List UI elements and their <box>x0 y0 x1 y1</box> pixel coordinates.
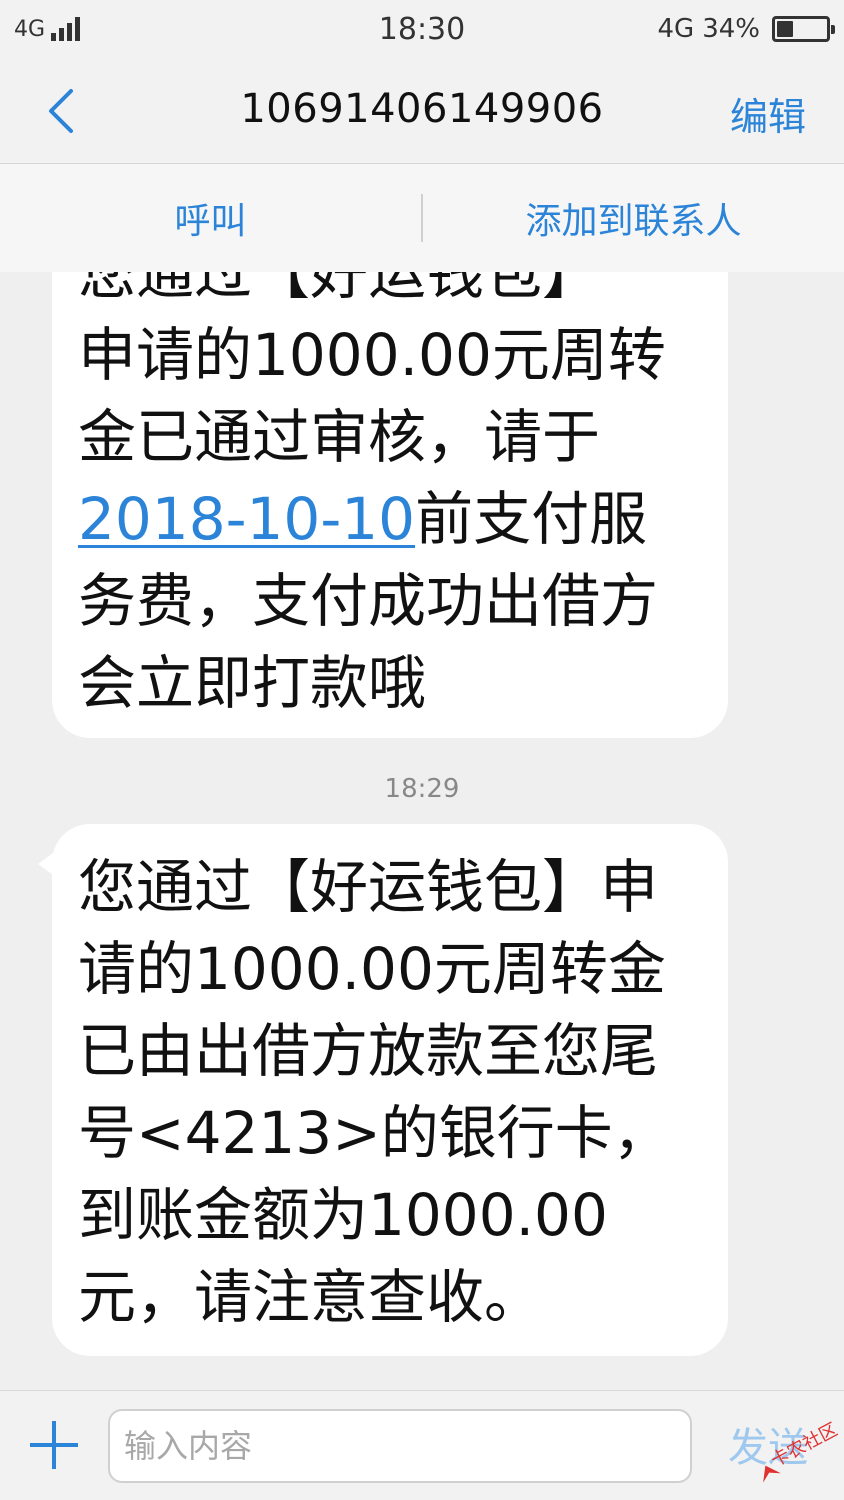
contact-action-bar: 呼叫 添加到联系人 <box>0 164 844 272</box>
signal-icon <box>51 17 81 41</box>
network-type-left: 4G <box>14 16 46 42</box>
plus-icon[interactable] <box>30 1421 78 1469</box>
message-line: 元，请注意查收。 <box>78 1263 543 1331</box>
message-input[interactable] <box>108 1409 692 1483</box>
message-line-tail: 前支付服 <box>415 485 648 553</box>
message-timestamp: 18:29 <box>384 774 460 804</box>
message-line: 您通过【好运钱包】申 <box>78 853 659 921</box>
send-button[interactable]: 发送 <box>728 1415 808 1473</box>
message-line: 到账金额为1000.00 <box>78 1181 608 1249</box>
network-type-right: 4G <box>657 14 695 44</box>
call-button[interactable]: 呼叫 <box>0 192 421 244</box>
edit-button[interactable]: 编辑 <box>730 86 806 141</box>
message-line: 金已通过审核，请于 <box>78 403 601 471</box>
message-line: 2018-10-10前支付服 <box>78 478 702 560</box>
battery-percent: 34% <box>702 14 760 44</box>
message-line: 已由出借方放款至您尾 <box>78 1017 659 1085</box>
message-line: 您通过【好运钱包】 <box>78 272 601 307</box>
message-bubble[interactable]: 您通过【好运钱包】申 请的1000.00元周转金 已由出借方放款至您尾 号<42… <box>38 824 728 1356</box>
status-bar: 4G 18:30 4G 34% <box>0 0 844 58</box>
bubble-tail <box>38 848 60 880</box>
conversation-header: 10691406149906 编辑 <box>0 58 844 164</box>
message-line: 申请的1000.00元周转 <box>78 321 666 389</box>
message-line: 务费，支付成功出借方 <box>78 567 659 635</box>
message-bubble[interactable]: 您通过【好运钱包】 申请的1000.00元周转 金已通过审核，请于 2018-1… <box>52 272 728 738</box>
page-title: 10691406149906 <box>240 86 604 132</box>
status-left: 4G <box>14 16 81 42</box>
message-list[interactable]: 您通过【好运钱包】 申请的1000.00元周转 金已通过审核，请于 2018-1… <box>0 272 844 1390</box>
add-contact-button[interactable]: 添加到联系人 <box>423 192 844 244</box>
message-line: 号<4213>的银行卡， <box>78 1099 671 1167</box>
status-right: 4G 34% <box>657 14 835 44</box>
message-line: 会立即打款哦 <box>78 649 427 717</box>
compose-bar: 发送 <box>0 1390 844 1500</box>
message-line: 请的1000.00元周转金 <box>78 935 666 1003</box>
battery-icon <box>772 16 835 42</box>
date-link[interactable]: 2018-10-10 <box>78 485 415 553</box>
